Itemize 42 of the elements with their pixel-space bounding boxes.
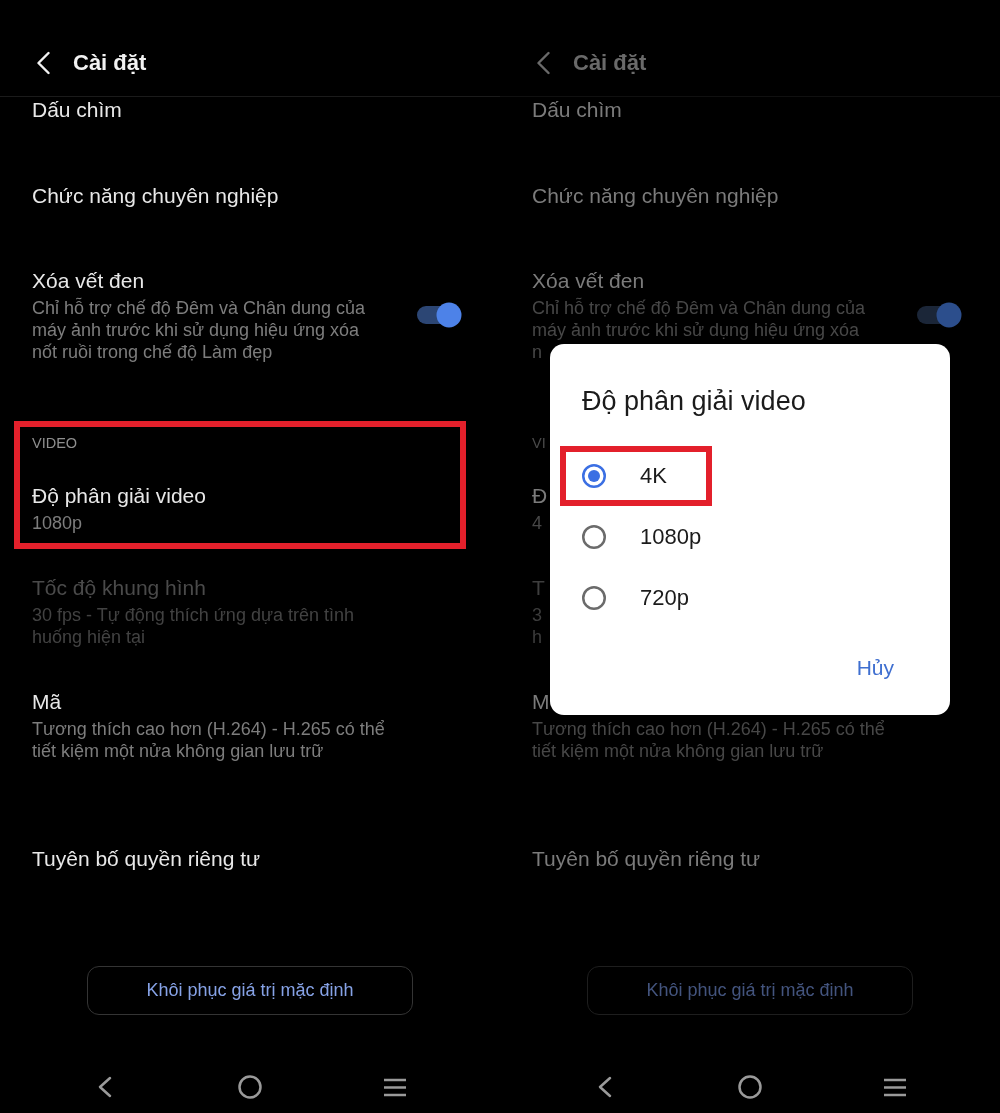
toggle-switch[interactable] — [916, 302, 962, 328]
toggle-switch[interactable] — [416, 302, 462, 328]
cancel-button[interactable]: Hủy — [844, 646, 906, 690]
setting-description: 30 fps - Tự động thích ứng dựa trên tình huống hiện tại — [32, 604, 355, 648]
nav-back-icon[interactable] — [98, 1076, 112, 1098]
setting-description: Tương thích cao hơn (H.264) - H.265 có thể tiết kiệm một nửa không gian lưu trữ — [32, 718, 386, 762]
screen-title: Cài đặt — [573, 49, 647, 77]
section-label: VI — [532, 434, 546, 452]
setting-title[interactable]: Dấu chìm — [532, 97, 622, 124]
home-icon[interactable] — [238, 1075, 262, 1099]
resolution-option[interactable]: 720p — [566, 574, 699, 622]
setting-title[interactable]: Chức năng chuyên nghiệp — [32, 182, 279, 210]
setting-title[interactable]: Xóa vết đen — [532, 267, 645, 295]
screen-title: Cài đặt — [73, 49, 147, 77]
setting-title[interactable]: Xóa vết đen — [32, 267, 145, 295]
setting-title[interactable]: Chức năng chuyên nghiệp — [532, 182, 779, 210]
setting-title[interactable]: Độ phân giải video — [32, 482, 206, 510]
setting-title[interactable]: Dấu chìm — [32, 97, 122, 124]
setting-description: Tương thích cao hơn (H.264) - H.265 có thể tiết kiệm một nửa không gian lưu trữ — [532, 718, 886, 762]
radio-icon[interactable] — [582, 586, 606, 610]
setting-description: h — [532, 626, 542, 648]
home-icon[interactable] — [738, 1075, 762, 1099]
setting-title[interactable]: Mã — [32, 688, 62, 716]
setting-title[interactable]: Đ — [532, 482, 548, 510]
setting-description: 3 — [532, 604, 542, 626]
setting-description: 1080p — [32, 512, 83, 534]
section-label: VIDEO — [32, 434, 78, 452]
menu-icon[interactable] — [383, 1077, 407, 1097]
reset-button[interactable]: Khôi phục giá trị mặc định — [87, 966, 413, 1015]
setting-description: n — [532, 341, 542, 363]
menu-icon[interactable] — [883, 1077, 907, 1097]
setting-title[interactable]: M — [532, 688, 550, 716]
radio-icon[interactable] — [582, 525, 606, 549]
setting-description: Chỉ hỗ trợ chế độ Đêm và Chân dung của máy ảnh trước khi sử dụng hiệu ứng xóa nốt ruồi trong chế độ Làm đẹp — [32, 297, 366, 363]
setting-title[interactable]: Tuyên bố quyền riêng tư — [532, 845, 761, 873]
resolution-option[interactable]: 1080p — [566, 513, 712, 561]
resolution-option[interactable]: 4K — [566, 452, 677, 500]
dialog-title: Độ phân giải video — [581, 385, 806, 418]
radio-icon[interactable] — [582, 464, 606, 488]
setting-description: 4 — [532, 512, 542, 534]
setting-title[interactable]: Tuyên bố quyền riêng tư — [32, 845, 261, 873]
nav-back-icon[interactable] — [598, 1076, 612, 1098]
